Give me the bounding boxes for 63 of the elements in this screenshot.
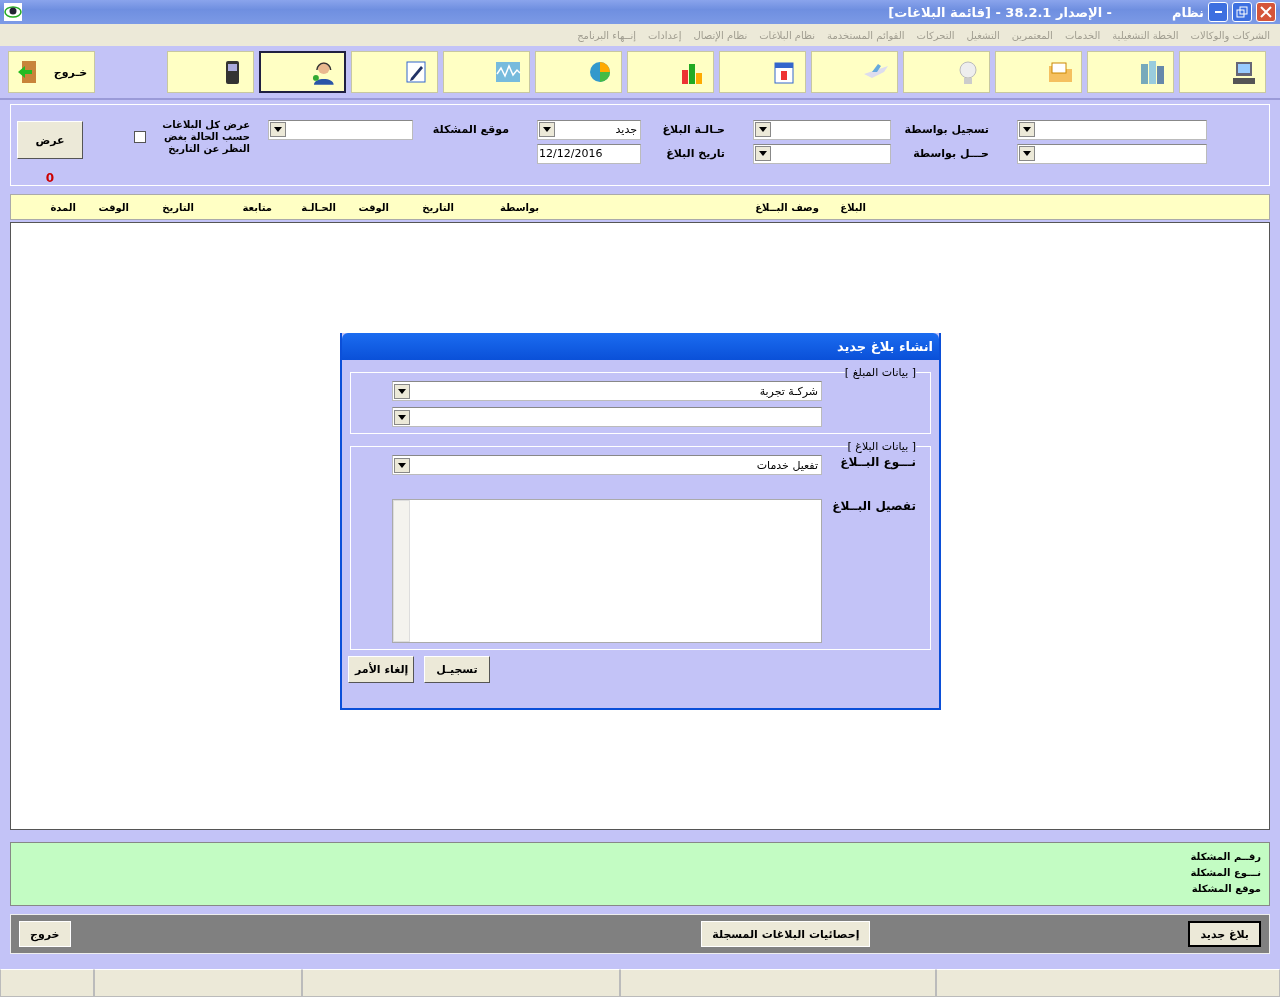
field-label: تسجيل بواسطة xyxy=(903,123,989,136)
field-label: موقع المشكلة xyxy=(431,123,509,136)
toolbar-button[interactable] xyxy=(259,51,346,93)
column-header: وصف البــلاغ xyxy=(754,201,819,213)
detail-label: نـــوع المشكلة xyxy=(1189,866,1261,881)
statistics-button[interactable]: إحصائيات البلاغات المسجلة xyxy=(701,921,871,947)
caret-icon xyxy=(398,388,406,394)
close-icon xyxy=(1260,6,1272,18)
dropdown-field[interactable]: شركـة تجربة xyxy=(392,381,822,401)
checkbox[interactable] xyxy=(134,131,146,143)
column-header: التاريخ xyxy=(161,201,194,213)
dropdown-field[interactable] xyxy=(753,143,891,164)
field-label: حـــل بواسطة xyxy=(912,147,989,160)
restore-icon xyxy=(1236,6,1248,18)
dropdown-field[interactable] xyxy=(1017,143,1207,164)
dropdown-field[interactable] xyxy=(753,119,891,140)
caret-icon xyxy=(1023,151,1031,156)
group-title: [ بيانات المبلغ ] xyxy=(844,366,916,379)
buildings-icon xyxy=(1138,58,1166,86)
column-header: بواسطة xyxy=(498,201,539,213)
column-header: متابعة xyxy=(241,201,272,213)
column-header: المدة xyxy=(49,201,76,213)
date-field[interactable]: 12/12/2016 xyxy=(537,143,641,164)
exit-button[interactable]: خروج xyxy=(19,921,71,947)
column-header: البلاغ xyxy=(839,201,866,213)
field-label: تاريخ البلاغ xyxy=(665,147,725,160)
new-report-button[interactable]: بلاغ جديد xyxy=(1188,921,1261,947)
exit-button[interactable]: خـروج xyxy=(8,51,95,93)
detail-label: رقــم المشكلة xyxy=(1189,850,1261,865)
caret-icon xyxy=(543,127,551,132)
cancel-button[interactable]: إلغاء الأمر xyxy=(348,656,414,683)
minimize-button[interactable] xyxy=(1208,2,1228,22)
dropdown-field[interactable] xyxy=(392,407,822,427)
caret-icon xyxy=(398,414,406,420)
field-label: نـــوع البــلاغ xyxy=(839,455,916,469)
dialog-title: انشاء بلاغ جديد xyxy=(342,333,939,360)
field-label: حـالـة البلاغ xyxy=(661,123,725,136)
caret-icon xyxy=(1023,127,1031,132)
save-button[interactable]: تسجيـل xyxy=(424,656,490,683)
result-count: 0 xyxy=(45,171,55,185)
close-button[interactable] xyxy=(1256,2,1276,22)
show-button[interactable]: عرض xyxy=(17,121,83,159)
minimize-icon xyxy=(1214,11,1222,13)
column-header: التاريخ xyxy=(421,201,454,213)
dropdown-field[interactable] xyxy=(1017,119,1207,140)
caret-icon xyxy=(274,127,282,132)
window-title: - الإصدار 38.2.1 - [قائمة البلاغات] xyxy=(888,4,1113,20)
dropdown-field[interactable]: تفعيل خدمات xyxy=(392,455,822,475)
checkbox-label: عرض كل البلاغات حسب الحالة بغض النظر عن التاريخ xyxy=(161,119,250,155)
restore-button[interactable] xyxy=(1232,2,1252,22)
window-title: نظام xyxy=(1172,4,1204,20)
column-header: الوقت xyxy=(357,201,389,213)
dropdown-field[interactable] xyxy=(268,119,413,140)
column-header: الوقت xyxy=(97,201,129,213)
detail-label: موقع المشكلة xyxy=(1190,882,1261,897)
scrollbar[interactable] xyxy=(393,500,410,642)
group-title: [ بيانات البلاغ ] xyxy=(847,440,916,453)
column-header: الحـالـة xyxy=(300,201,336,213)
app-icon xyxy=(4,3,22,21)
caret-icon xyxy=(759,151,767,156)
caret-icon xyxy=(759,127,767,132)
caret-icon xyxy=(398,462,406,468)
dropdown-field[interactable]: جديد xyxy=(537,119,641,140)
